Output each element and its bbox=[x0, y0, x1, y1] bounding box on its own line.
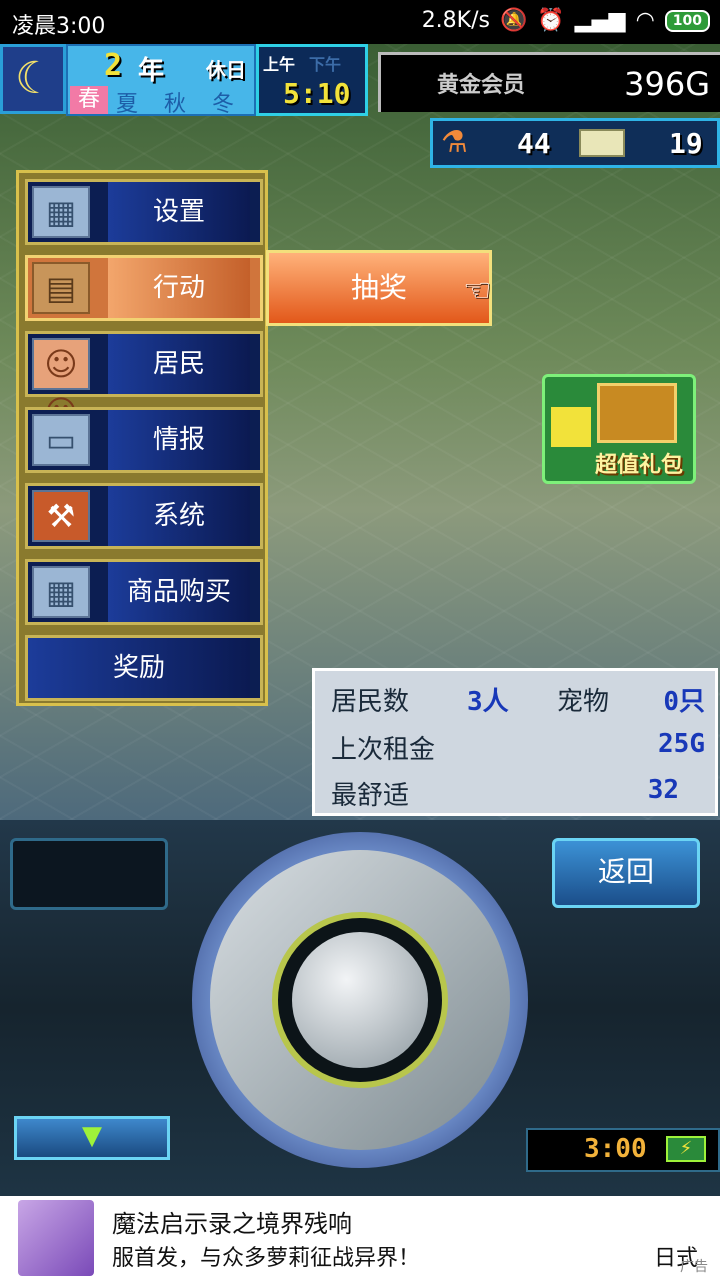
mini-clock-time: 3:00 bbox=[584, 1134, 647, 1164]
main-menu: ▦ 设置 ▤ 行动 ☺☺ 居民 ▭ 情报 ⚒ 系统 ▦ 商品购买 奖励 bbox=[16, 170, 268, 706]
network-speed: 2.8K/s bbox=[421, 8, 490, 33]
menu-item-settings[interactable]: ▦ 设置 bbox=[25, 179, 263, 245]
mascot-icon bbox=[551, 407, 591, 447]
briefcase-icon: ▤ bbox=[32, 262, 90, 314]
alarm-icon: ⏰ bbox=[537, 8, 565, 33]
menu-item-system[interactable]: ⚒ 系统 bbox=[25, 483, 263, 549]
residents-icon: ☺☺ bbox=[32, 338, 90, 431]
menu-item-info[interactable]: ▭ 情报 bbox=[25, 407, 263, 473]
pets-label: 宠物 bbox=[557, 687, 610, 717]
menu-item-label: 居民 bbox=[108, 334, 250, 394]
gold-amount: 396G bbox=[624, 65, 710, 103]
tickets: 19 bbox=[669, 127, 703, 160]
last-rent-value: 25G bbox=[658, 729, 705, 759]
pointing-hand-icon: ☜ bbox=[463, 271, 492, 309]
pets-value: 0只 bbox=[663, 687, 705, 717]
computer-icon: ▭ bbox=[32, 414, 90, 466]
ad-subtitle: 服首发，与众多萝莉征战异界！ bbox=[112, 1246, 421, 1271]
menu-item-residents[interactable]: ☺☺ 居民 bbox=[25, 331, 263, 431]
scroll-down-button[interactable]: ▼ bbox=[14, 1116, 170, 1160]
night-indicator: ☾ bbox=[0, 44, 66, 114]
research-points: 44 bbox=[517, 127, 551, 160]
moon-icon: ☾ bbox=[15, 53, 55, 104]
battery-charging-icon: ⚡ bbox=[666, 1136, 706, 1162]
treasure-chest-icon bbox=[597, 383, 677, 443]
status-icons: 2.8K/s 🔕 ⏰ ▂▄▆ ◠ 100 bbox=[422, 8, 710, 33]
signal-icon: ▂▄▆ bbox=[574, 8, 626, 33]
flask-icon: ⚗ bbox=[441, 125, 468, 160]
season-current: 春 bbox=[70, 86, 108, 114]
date-panel: 2 年 休日 春 夏 秋 冬 bbox=[66, 44, 256, 117]
building-icon: ▦ bbox=[32, 566, 90, 618]
gift-pack-label: 超值礼包 bbox=[595, 453, 684, 478]
stats-row-rent: 上次租金 25G bbox=[321, 723, 709, 767]
mini-clock-panel: 3:00 ⚡ bbox=[526, 1128, 720, 1172]
menu-item-label: 行动 bbox=[108, 258, 250, 318]
wifi-icon: ◠ bbox=[635, 8, 655, 33]
dpad-center-button[interactable] bbox=[292, 932, 428, 1068]
toolbox-icon: ⚒ bbox=[32, 490, 90, 542]
stats-row-residents: 居民数 3人 宠物 0只 bbox=[321, 675, 709, 719]
stats-panel: 居民数 3人 宠物 0只 上次租金 25G 最舒适 32 bbox=[312, 668, 718, 816]
menu-item-action[interactable]: ▤ 行动 bbox=[25, 255, 263, 321]
building-icon: ▦ bbox=[32, 186, 90, 238]
status-time: 凌晨3:00 bbox=[12, 14, 106, 39]
member-label: 黄金会员 bbox=[437, 73, 526, 98]
clock-panel: 上午 下午 5:10 bbox=[256, 44, 368, 116]
resource-panel: ⚗ 44 19 bbox=[430, 118, 720, 168]
ticket-icon bbox=[579, 129, 625, 157]
residents-label: 居民数 bbox=[331, 687, 410, 717]
comfort-label: 最舒适 bbox=[331, 781, 410, 811]
battery-icon: 100 bbox=[664, 9, 710, 32]
residents-value: 3人 bbox=[467, 687, 509, 717]
clock-time: 5:10 bbox=[283, 77, 351, 110]
menu-item-label: 情报 bbox=[108, 410, 250, 470]
back-button[interactable]: 返回 bbox=[552, 838, 700, 908]
mute-icon: 🔕 bbox=[499, 8, 528, 33]
menu-item-rewards[interactable]: 奖励 bbox=[25, 635, 263, 701]
year-number: 2 bbox=[104, 48, 123, 83]
menu-item-label: 系统 bbox=[108, 486, 250, 546]
stats-row-comfort: 最舒适 32 bbox=[321, 769, 709, 813]
down-arrow-icon: ▼ bbox=[82, 1121, 102, 1151]
season-autumn: 秋 bbox=[164, 92, 187, 117]
gift-pack-button[interactable]: 超值礼包 bbox=[542, 374, 696, 484]
dpad[interactable] bbox=[192, 832, 528, 1168]
ad-thumbnail bbox=[18, 1200, 94, 1276]
year-unit: 年 bbox=[138, 56, 165, 86]
status-bar: 凌晨3:00 2.8K/s 🔕 ⏰ ▂▄▆ ◠ 100 bbox=[0, 0, 720, 44]
menu-item-label: 设置 bbox=[108, 182, 250, 242]
comfort-value: 32 bbox=[647, 775, 679, 805]
gold-panel: 黄金会员 396G bbox=[378, 52, 720, 112]
menu-item-shop[interactable]: ▦ 商品购买 bbox=[25, 559, 263, 625]
ad-tag-right: 广告 bbox=[680, 1259, 708, 1275]
submenu-lottery[interactable]: 抽奖 ☜ bbox=[266, 250, 492, 326]
ad-banner[interactable]: 魔法启示录之境界残响 服首发，与众多萝莉征战异界！ 日式 广告 bbox=[0, 1196, 720, 1280]
weekday: 休日 bbox=[206, 58, 246, 82]
last-rent-label: 上次租金 bbox=[331, 735, 436, 765]
menu-item-label: 商品购买 bbox=[108, 562, 250, 622]
season-summer: 夏 bbox=[116, 92, 139, 117]
menu-item-label: 奖励 bbox=[28, 638, 250, 698]
empty-panel bbox=[10, 838, 168, 910]
am-label: 上午 bbox=[263, 55, 296, 74]
submenu-item-label: 抽奖 bbox=[269, 253, 489, 323]
season-winter: 冬 bbox=[212, 92, 235, 117]
pm-label: 下午 bbox=[309, 55, 342, 74]
ad-title: 魔法启示录之境界残响 bbox=[112, 1210, 352, 1238]
